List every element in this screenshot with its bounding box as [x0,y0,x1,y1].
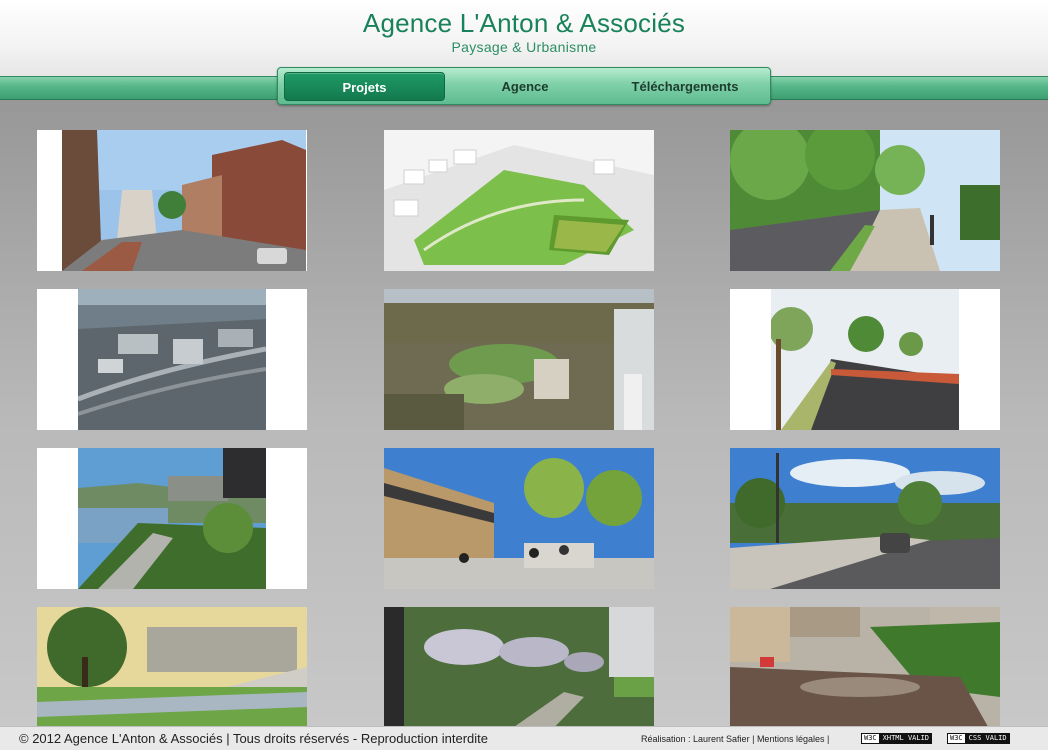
aerial-park-photo [384,289,654,430]
project-thumbnail[interactable] [730,289,1000,430]
boulevard-photo [730,130,1000,271]
masterplan-render [384,130,654,271]
project-thumbnail[interactable] [384,448,654,589]
copyright-text: © 2012 Agence L'Anton & Associés | Tous … [19,731,489,746]
park-photo [37,607,307,726]
project-thumbnail[interactable] [384,130,654,271]
campus-plaza-photo [384,448,654,589]
main-nav: Projets Agence Téléchargements [277,67,771,105]
nav-projets[interactable]: Projets [284,72,445,101]
market-crowd-photo [730,607,1000,726]
wisteria-walk-photo [384,607,654,726]
badge-label: XHTML VALID [882,734,930,742]
riverside-photo [78,448,266,589]
aerial-rail-photo [78,289,266,430]
badge-label: CSS VALID [968,734,1007,742]
project-thumbnail[interactable] [730,130,1000,271]
site-title[interactable]: Agence L'Anton & Associés [0,8,1048,39]
xhtml-valid-badge[interactable]: W3C XHTML VALID [861,733,933,744]
site-footer: © 2012 Agence L'Anton & Associés | Tous … [0,726,1048,750]
site-subtitle: Paysage & Urbanisme [451,39,597,55]
avenue-photo [771,289,959,430]
site-header: Agence L'Anton & Associés Paysage & Urba… [0,0,1048,76]
w3c-logo: W3C [861,733,880,744]
realisation-link[interactable]: Réalisation : Laurent Safier [641,734,750,744]
project-thumbnail[interactable] [37,607,307,726]
project-thumbnail[interactable] [384,607,654,726]
project-thumbnail[interactable] [384,289,654,430]
nav-telechargements[interactable]: Téléchargements [600,72,770,101]
w3c-logo: W3C [947,733,966,744]
project-thumbnail[interactable] [37,289,307,430]
project-thumbnail[interactable] [730,607,1000,726]
css-valid-badge[interactable]: W3C CSS VALID [947,733,1010,744]
project-thumbnail[interactable] [37,130,307,271]
footer-separator: | [752,734,755,744]
tramway-street-photo [730,448,1000,589]
street-photo [62,130,306,271]
footer-links: Réalisation : Laurent Safier | Mentions … [641,734,829,744]
project-thumbnail[interactable] [37,448,307,589]
nav-agence[interactable]: Agence [460,72,590,101]
mentions-legales-link[interactable]: Mentions légales [757,734,825,744]
project-thumbnail[interactable] [730,448,1000,589]
footer-separator: | [827,734,830,744]
